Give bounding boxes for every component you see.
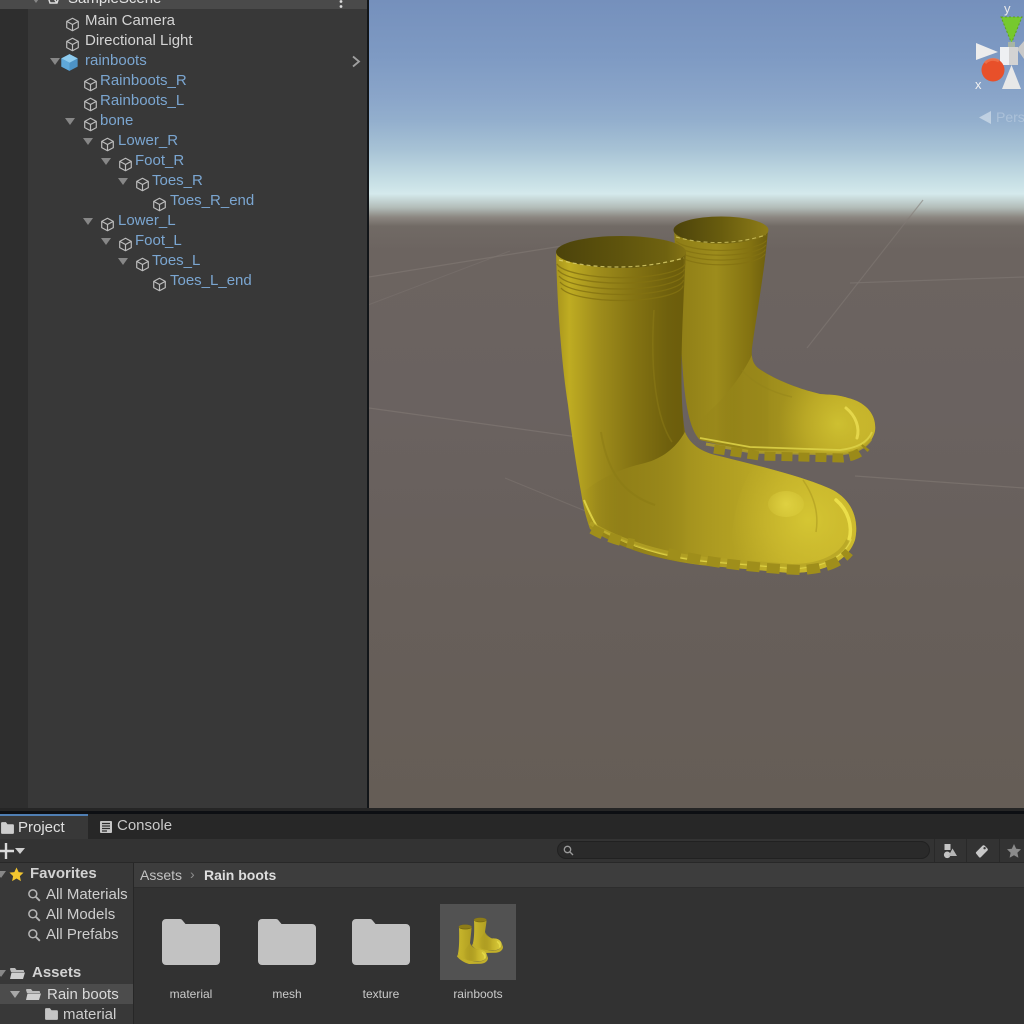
svg-text:y: y	[1004, 1, 1011, 16]
svg-text:Pers: Pers	[996, 109, 1024, 125]
svg-text:x: x	[975, 77, 982, 92]
